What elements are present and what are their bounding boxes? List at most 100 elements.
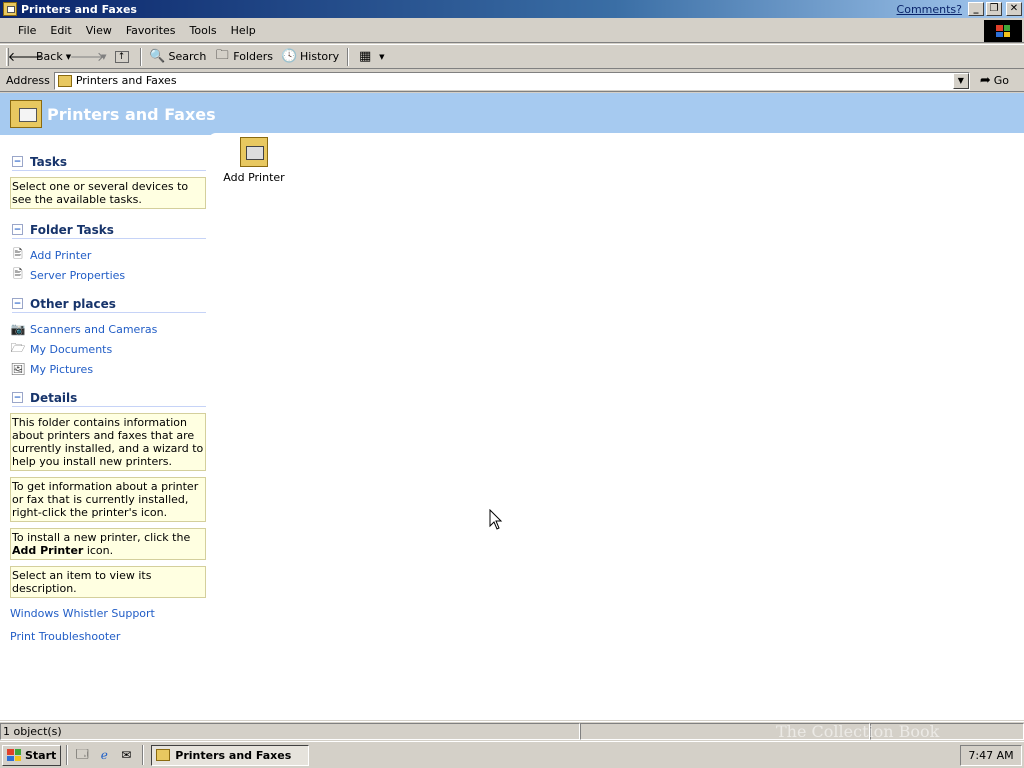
title-bar[interactable]: Printers and Faxes Comments? _ ❐ ✕ <box>0 0 1024 18</box>
menu-help[interactable]: Help <box>225 22 262 39</box>
server-properties-icon: 🖹 <box>13 266 23 281</box>
minimize-icon: _ <box>973 3 979 14</box>
history-icon: 🕓 <box>280 49 298 64</box>
history-button[interactable]: 🕓 History <box>277 46 343 67</box>
menu-tools[interactable]: Tools <box>184 22 223 39</box>
add-printer-icon <box>240 137 268 167</box>
scanners-cameras-link[interactable]: 📷 Scanners and Cameras <box>10 319 208 339</box>
start-button[interactable]: Start <box>2 744 62 766</box>
whistler-support-link[interactable]: Windows Whistler Support <box>10 602 208 625</box>
details-note-2: To get information about a printer or fa… <box>10 477 206 522</box>
details-header[interactable]: − Details <box>12 391 206 407</box>
system-tray-clock[interactable]: 7:47 AM <box>960 745 1022 766</box>
up-folder-icon: ↑ <box>114 50 129 63</box>
other-places-header[interactable]: − Other places <box>12 297 206 313</box>
folder-tasks-header[interactable]: − Folder Tasks <box>12 223 206 239</box>
close-icon: ✕ <box>1009 3 1019 14</box>
details-note-3-post: icon. <box>83 544 114 557</box>
close-button[interactable]: ✕ <box>1006 2 1022 16</box>
folder-banner: Printers and Faxes <box>0 93 1024 135</box>
toolbar-separator <box>347 47 350 66</box>
go-arrow-icon: ➦ <box>979 73 991 88</box>
comments-link[interactable]: Comments? <box>897 3 962 16</box>
scanners-cameras-label: Scanners and Cameras <box>30 322 158 336</box>
menu-view[interactable]: View <box>80 22 118 39</box>
views-grid-icon: ▦ <box>359 49 372 64</box>
address-bar: Address Printers and Faxes ▼ ➦ Go <box>0 70 1024 92</box>
tasks-header[interactable]: − Tasks <box>12 155 206 171</box>
chevron-down-icon[interactable]: ▼ <box>379 53 384 61</box>
printer-folder-icon <box>3 2 17 16</box>
go-label: Go <box>993 74 1009 87</box>
window-title: Printers and Faxes <box>21 2 137 16</box>
my-pictures-link[interactable]: 🖼 My Pictures <box>10 359 208 379</box>
my-pictures-label: My Pictures <box>30 362 94 376</box>
back-arrow-icon: 🡐 <box>7 49 43 65</box>
file-list-area[interactable] <box>208 133 1024 720</box>
views-button[interactable]: ▦ ▼ <box>353 46 388 67</box>
add-printer-link[interactable]: 🖹 Add Printer <box>10 245 208 265</box>
folders-button[interactable]: 🗀 Folders <box>210 46 277 67</box>
task-label: Printers and Faxes <box>175 748 292 762</box>
printer-folder-icon <box>156 749 171 761</box>
my-documents-label: My Documents <box>30 342 113 356</box>
menu-file[interactable]: File <box>12 22 42 39</box>
search-label: Search <box>168 50 207 63</box>
taskbar-separator <box>66 745 69 765</box>
collapse-icon[interactable]: − <box>12 298 23 309</box>
banner-title: Printers and Faxes <box>47 105 216 124</box>
search-button[interactable]: 🔍 Search <box>146 46 211 67</box>
taskbar-separator <box>142 745 145 765</box>
address-label: Address <box>6 74 50 87</box>
windows-logo-icon <box>7 749 21 761</box>
outlook-express-icon[interactable]: ✉ <box>117 746 135 764</box>
documents-icon: 🗁 <box>10 340 26 355</box>
address-value: Printers and Faxes <box>75 74 177 87</box>
pictures-icon: 🖼 <box>10 362 26 376</box>
details-note-4: Select an item to view its description. <box>10 566 206 598</box>
collapse-icon[interactable]: − <box>12 156 23 167</box>
add-printer-label: Add Printer <box>30 248 92 262</box>
menu-edit[interactable]: Edit <box>44 22 77 39</box>
folders-icon: 🗀 <box>215 47 229 63</box>
collapse-icon[interactable]: − <box>12 392 23 403</box>
address-input[interactable]: Printers and Faxes ▼ <box>53 71 970 90</box>
taskbar: Start 🗔 ℯ ✉ Printers and Faxes 7:47 AM <box>0 741 1024 768</box>
go-button[interactable]: ➦ Go <box>976 73 1013 88</box>
show-desktop-icon[interactable]: 🗔 <box>73 746 91 764</box>
status-object-count: 1 object(s) <box>0 722 580 740</box>
print-troubleshooter-link[interactable]: Print Troubleshooter <box>10 625 208 648</box>
back-button[interactable]: 🡐 Back ▼ <box>7 46 75 67</box>
tasks-note: Select one or several devices to see the… <box>10 177 206 209</box>
server-properties-link[interactable]: 🖹 Server Properties <box>10 265 208 285</box>
folder-tasks-title: Folder Tasks <box>30 222 114 237</box>
task-pane: − Tasks Select one or several devices to… <box>0 155 208 648</box>
chevron-down-icon[interactable]: ▼ <box>101 53 106 61</box>
add-printer-item[interactable]: Add Printer <box>222 137 286 184</box>
other-places-title: Other places <box>30 296 116 311</box>
printer-folder-icon <box>10 100 42 128</box>
folder-view[interactable]: Printers and Faxes − Tasks Select one or… <box>0 93 1024 720</box>
address-dropdown-button[interactable]: ▼ <box>952 72 969 89</box>
back-label: Back <box>36 50 63 63</box>
restore-button[interactable]: ❐ <box>986 2 1002 16</box>
my-documents-link[interactable]: 🗁 My Documents <box>10 339 208 359</box>
task-printers-and-faxes[interactable]: Printers and Faxes <box>151 744 310 766</box>
windows-logo-icon <box>984 20 1022 42</box>
collapse-icon[interactable]: − <box>12 224 23 235</box>
search-icon: 🔍 <box>149 49 166 64</box>
details-note-3-pre: To install a new printer, click the <box>12 531 191 544</box>
details-note-3-bold: Add Printer <box>12 544 84 557</box>
forward-button[interactable]: 🡒 ▼ <box>69 46 110 67</box>
internet-explorer-icon[interactable]: ℯ <box>95 746 113 764</box>
forward-arrow-icon: 🡒 <box>69 49 105 65</box>
menu-favorites[interactable]: Favorites <box>120 22 182 39</box>
watermark-text: The Collection Book <box>776 722 940 741</box>
details-note-1: This folder contains information about p… <box>10 413 206 471</box>
details-title: Details <box>30 390 78 405</box>
up-folder-button[interactable]: ↑ <box>111 46 136 67</box>
folders-label: Folders <box>233 50 274 63</box>
add-printer-item-label: Add Printer <box>223 171 285 184</box>
minimize-button[interactable]: _ <box>968 2 984 16</box>
start-label: Start <box>25 748 57 762</box>
